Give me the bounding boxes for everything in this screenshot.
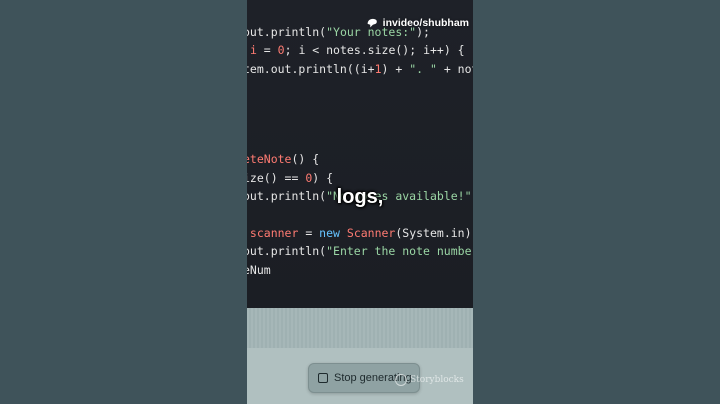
code-line: out.println("Enter the note number t <box>247 244 473 258</box>
code-line: ize() == 0) { <box>247 171 334 185</box>
watermark-label: invideo/shubham <box>382 17 469 29</box>
invideo-logo-icon <box>367 18 377 28</box>
stop-square-icon <box>318 373 328 383</box>
code-line: eteNote() { <box>247 152 320 166</box>
right-backdrop <box>473 0 720 404</box>
invideo-watermark: invideo/shubham <box>365 16 469 30</box>
caption-text: logs, <box>336 186 384 208</box>
storyblocks-watermark: Storyblocks <box>395 374 464 386</box>
code-editor: out.println("Your notes:"); i = 0; i < n… <box>247 0 473 308</box>
storyblocks-logo-icon <box>395 374 407 386</box>
code-line: tem.out.println((i+1) + ". " + notes <box>247 62 473 76</box>
left-backdrop <box>0 0 247 404</box>
code-line: scanner = new Scanner(System.in); <box>247 226 473 240</box>
code-line: eNum <box>247 263 271 277</box>
video-frame: out.println("Your notes:"); i = 0; i < n… <box>247 0 473 404</box>
storyblocks-label: Storyblocks <box>410 375 464 385</box>
code-line: i = 0; i < notes.size(); i++) { <box>249 43 465 57</box>
